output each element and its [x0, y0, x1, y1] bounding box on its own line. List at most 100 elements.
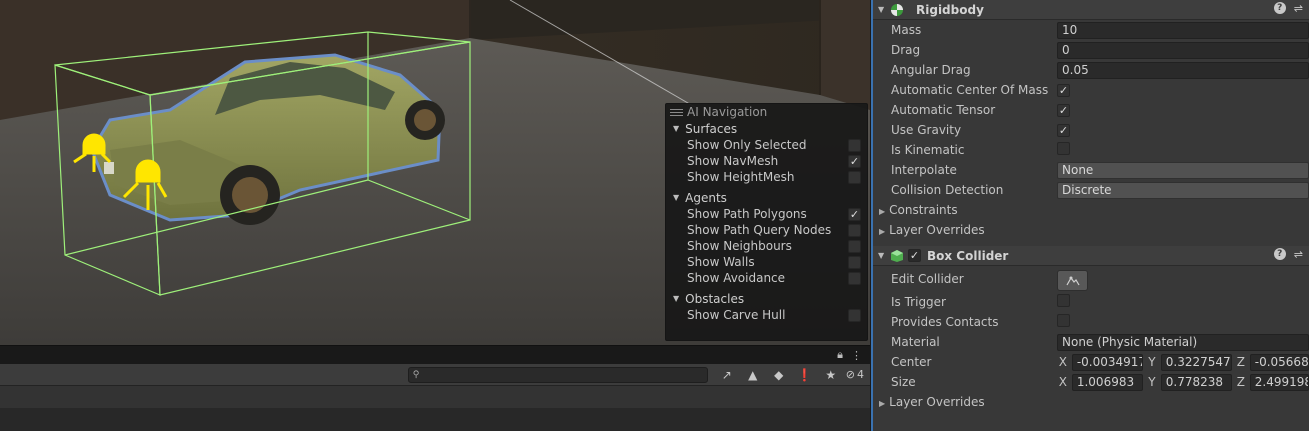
- interpolate-dropdown[interactable]: None: [1057, 161, 1309, 179]
- help-icon[interactable]: ?: [1273, 2, 1286, 14]
- is-trigger-label: Is Trigger: [891, 295, 946, 309]
- ai-navigation-overlay[interactable]: AI Navigation ▼ Surfaces Show Only Selecte…: [665, 103, 868, 341]
- collapse-arrow-icon[interactable]: ▼: [673, 193, 679, 202]
- ai-nav-option[interactable]: Show Path Polygons ✓: [666, 206, 867, 222]
- mass-row: Mass 10: [873, 20, 1309, 40]
- axis-z-label[interactable]: Z: [1235, 375, 1247, 389]
- ai-nav-option[interactable]: Show Only Selected: [666, 137, 867, 153]
- option-checkbox[interactable]: [848, 138, 861, 152]
- option-checkbox[interactable]: [848, 308, 861, 322]
- edit-bounds-icon: [1065, 276, 1080, 285]
- ai-nav-section-surfaces[interactable]: ▼ Surfaces: [666, 120, 867, 137]
- collapse-arrow-icon[interactable]: ▼: [878, 5, 890, 14]
- expand-arrow-icon[interactable]: ▶: [879, 207, 885, 216]
- size-y-field[interactable]: 0.778238: [1160, 373, 1232, 391]
- automatic-tensor-label: Automatic Tensor: [891, 103, 996, 117]
- search-input[interactable]: [422, 368, 707, 381]
- ai-nav-option[interactable]: Show Neighbours: [666, 238, 867, 254]
- bottom-panel: 🔒︎ ⋮ ⚲ ↗ ▲ ◆ ❗ ★ ⊘ 4: [0, 345, 870, 431]
- option-checkbox[interactable]: [848, 255, 861, 269]
- ai-navigation-title: AI Navigation: [687, 105, 768, 119]
- center-x-field[interactable]: -0.0034917: [1071, 353, 1143, 371]
- option-label: Show NavMesh: [687, 154, 779, 168]
- drag-field[interactable]: 0: [1057, 41, 1309, 59]
- edit-collider-button[interactable]: [1057, 270, 1088, 291]
- help-icon[interactable]: ?: [1273, 248, 1286, 260]
- material-field[interactable]: None (Physic Material): [1057, 333, 1309, 351]
- collapse-arrow-icon[interactable]: ▼: [878, 251, 890, 260]
- option-checkbox[interactable]: ✓: [848, 207, 861, 221]
- collision-detection-dropdown[interactable]: Discrete: [1057, 181, 1309, 199]
- automatic-center-of-mass-checkbox[interactable]: ✓: [1057, 84, 1070, 97]
- collapse-arrow-icon[interactable]: ▼: [673, 124, 679, 133]
- ai-nav-section-agents[interactable]: ▼ Agents: [666, 189, 867, 206]
- rigidbody-header[interactable]: ▼ Rigidbody ? ⇌: [873, 0, 1309, 20]
- center-y-field[interactable]: 0.3227547: [1160, 353, 1232, 371]
- presets-icon[interactable]: ⇌: [1294, 2, 1303, 15]
- layer-overrides-foldout[interactable]: ▶ Layer Overrides: [873, 392, 1309, 412]
- filter-by-type-icon[interactable]: ▲: [742, 366, 764, 384]
- search-field[interactable]: ⚲: [407, 366, 708, 383]
- ai-navigation-header[interactable]: AI Navigation: [666, 104, 867, 120]
- size-z-field[interactable]: 2.499198: [1249, 373, 1309, 391]
- option-checkbox[interactable]: [848, 239, 861, 253]
- section-title: Surfaces: [685, 121, 738, 136]
- automatic-center-of-mass-label: Automatic Center Of Mass: [891, 83, 1049, 97]
- option-checkbox[interactable]: [848, 223, 861, 237]
- edit-collider-label: Edit Collider: [891, 272, 964, 286]
- ai-nav-option[interactable]: Show Avoidance: [666, 270, 867, 286]
- use-gravity-label: Use Gravity: [891, 123, 962, 137]
- axis-z-label[interactable]: Z: [1235, 355, 1247, 369]
- favorites-star-icon[interactable]: ★: [820, 366, 842, 384]
- mass-label: Mass: [891, 23, 922, 37]
- expand-arrow-icon[interactable]: ▶: [879, 399, 885, 408]
- more-menu-icon[interactable]: ⋮: [851, 349, 862, 362]
- constraints-row[interactable]: ▶ Constraints: [873, 200, 1309, 220]
- option-label: Show HeightMesh: [687, 170, 795, 184]
- layer-overrides-row[interactable]: ▶ Layer Overrides: [873, 220, 1309, 240]
- box-collider-icon: [891, 249, 903, 262]
- hidden-count: 4: [857, 368, 864, 381]
- axis-y-label[interactable]: Y: [1146, 355, 1158, 369]
- expand-arrow-icon[interactable]: ▶: [879, 227, 885, 236]
- angular-drag-field[interactable]: 0.05: [1057, 61, 1309, 79]
- option-label: Show Neighbours: [687, 239, 792, 253]
- constraints-label: Constraints: [889, 203, 958, 217]
- use-gravity-checkbox[interactable]: ✓: [1057, 124, 1070, 137]
- ai-nav-section-obstacles[interactable]: ▼ Obstacles: [666, 290, 867, 307]
- presets-icon[interactable]: ⇌: [1294, 248, 1303, 261]
- ai-nav-option[interactable]: Show Carve Hull: [666, 307, 867, 323]
- inspector-panel: ▼ Rigidbody ? ⇌ Mass 10 Drag 0 Angular Drag 0…: [873, 0, 1309, 431]
- warning-filter-icon[interactable]: ❗: [794, 366, 816, 384]
- ai-nav-option[interactable]: Show NavMesh ✓: [666, 153, 867, 169]
- ai-nav-option[interactable]: Show Walls: [666, 254, 867, 270]
- size-x-field[interactable]: 1.006983: [1071, 373, 1143, 391]
- is-kinematic-checkbox[interactable]: [1057, 142, 1070, 155]
- lock-icon[interactable]: 🔒︎: [837, 348, 843, 362]
- option-checkbox[interactable]: ✓: [848, 154, 861, 168]
- axis-x-label[interactable]: X: [1057, 375, 1069, 389]
- axis-x-label[interactable]: X: [1057, 355, 1069, 369]
- search-by-type-icon[interactable]: ↗: [716, 366, 738, 384]
- option-label: Show Carve Hull: [687, 308, 786, 322]
- scene-view[interactable]: AI Navigation ▼ Surfaces Show Only Selecte…: [0, 0, 870, 345]
- axis-y-label[interactable]: Y: [1146, 375, 1158, 389]
- hidden-packages-toggle[interactable]: ⊘ 4: [846, 368, 864, 381]
- center-z-field[interactable]: -0.05668: [1249, 353, 1309, 371]
- ai-nav-option[interactable]: Show HeightMesh: [666, 169, 867, 185]
- box-collider-header[interactable]: ▼ ✓ Box Collider ? ⇌: [873, 246, 1309, 266]
- box-collider-enabled-checkbox[interactable]: ✓: [908, 249, 921, 262]
- option-label: Show Only Selected: [687, 138, 807, 152]
- option-checkbox[interactable]: [848, 170, 861, 184]
- automatic-tensor-checkbox[interactable]: ✓: [1057, 104, 1070, 117]
- option-checkbox[interactable]: [848, 271, 861, 285]
- provides-contacts-checkbox[interactable]: [1057, 314, 1070, 327]
- eye-hidden-icon: ⊘: [845, 368, 855, 381]
- drag-handle-icon[interactable]: [670, 108, 683, 116]
- collapse-arrow-icon[interactable]: ▼: [673, 294, 679, 303]
- filter-by-label-icon[interactable]: ◆: [768, 366, 790, 384]
- ai-nav-option[interactable]: Show Path Query Nodes: [666, 222, 867, 238]
- is-trigger-checkbox[interactable]: [1057, 294, 1070, 307]
- mass-field[interactable]: 10: [1057, 21, 1309, 39]
- automatic-center-of-mass-row: Automatic Center Of Mass ✓: [873, 80, 1309, 100]
